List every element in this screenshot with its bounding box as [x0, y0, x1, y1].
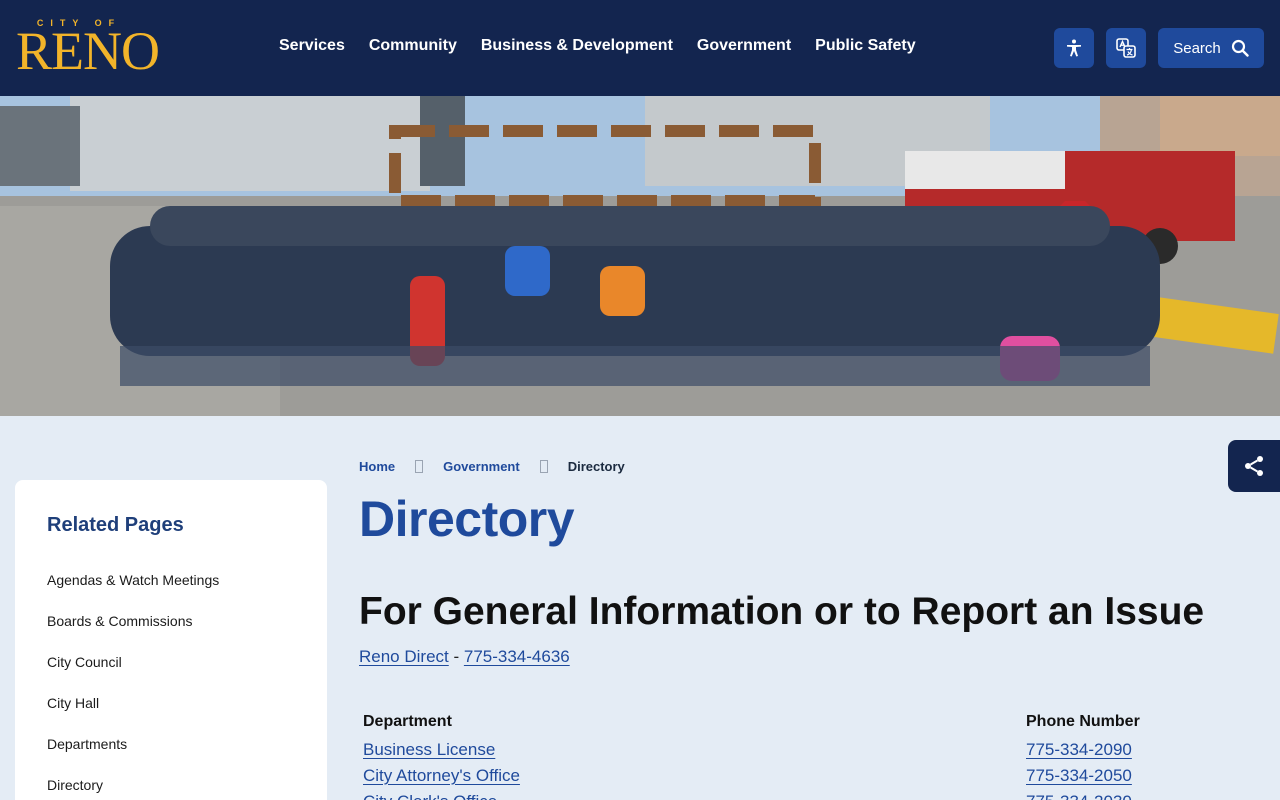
general-info-heading: For General Information or to Report an … [359, 590, 1205, 633]
breadcrumb-separator [415, 460, 424, 473]
share-icon [1245, 456, 1263, 476]
accessibility-icon [1067, 39, 1081, 57]
sidebar-item-city-hall[interactable]: City Hall [47, 695, 219, 736]
column-header-phone: Phone Number [1026, 713, 1140, 730]
related-pages-sidebar: Related Pages Agendas & Watch Meetings B… [15, 480, 327, 800]
nav-services[interactable]: Services [279, 37, 345, 59]
department-business-license[interactable]: Business License [363, 740, 495, 760]
sidebar-list: Agendas & Watch Meetings Boards & Commis… [47, 572, 219, 800]
logo-reno: RENO [16, 21, 160, 81]
translate-icon [1116, 38, 1136, 58]
breadcrumb-separator [539, 460, 548, 473]
general-info-line: Reno Direct - 775-334-4636 [359, 647, 570, 667]
sidebar-item-directory[interactable]: Directory [47, 777, 219, 800]
breadcrumb-government[interactable]: Government [443, 459, 520, 474]
breadcrumb: Home Government Directory [359, 459, 625, 474]
hero-photo [0, 96, 1280, 416]
nav-business-development[interactable]: Business & Development [481, 37, 673, 59]
nav-government[interactable]: Government [697, 37, 791, 59]
sidebar-title: Related Pages [47, 514, 184, 536]
search-icon [1231, 39, 1249, 57]
info-separator: - [448, 647, 464, 666]
translate-button[interactable] [1106, 28, 1146, 68]
sidebar-item-agendas[interactable]: Agendas & Watch Meetings [47, 572, 219, 613]
sidebar-item-city-council[interactable]: City Council [47, 654, 219, 695]
phone-business-license[interactable]: 775-334-2090 [1026, 740, 1132, 760]
breadcrumb-current: Directory [567, 459, 625, 474]
nav-community[interactable]: Community [369, 37, 457, 59]
phone-city-attorney[interactable]: 775-334-2050 [1026, 766, 1132, 786]
city-logo[interactable]: CITY OF RENO [16, 18, 160, 78]
share-button[interactable] [1228, 440, 1280, 492]
reno-direct-link[interactable]: Reno Direct [359, 647, 449, 666]
search-button[interactable]: Search [1158, 28, 1264, 68]
reno-direct-phone-link[interactable]: 775-334-4636 [464, 647, 570, 666]
sidebar-item-boards[interactable]: Boards & Commissions [47, 613, 219, 654]
department-city-attorney[interactable]: City Attorney's Office [363, 766, 520, 786]
site-header: CITY OF RENO Services Community Business… [0, 0, 1280, 96]
breadcrumb-home[interactable]: Home [359, 459, 395, 474]
page-title: Directory [359, 491, 575, 547]
nav-public-safety[interactable]: Public Safety [815, 37, 915, 59]
department-city-clerk[interactable]: City Clerk's Office [363, 792, 497, 800]
main-nav: Services Community Business & Developmen… [279, 37, 916, 59]
hero-image [0, 96, 1280, 416]
phone-city-clerk[interactable]: 775-334-2030 [1026, 792, 1132, 800]
search-label: Search [1173, 39, 1221, 57]
sidebar-item-departments[interactable]: Departments [47, 736, 219, 777]
accessibility-button[interactable] [1054, 28, 1094, 68]
column-header-department: Department [363, 713, 452, 730]
